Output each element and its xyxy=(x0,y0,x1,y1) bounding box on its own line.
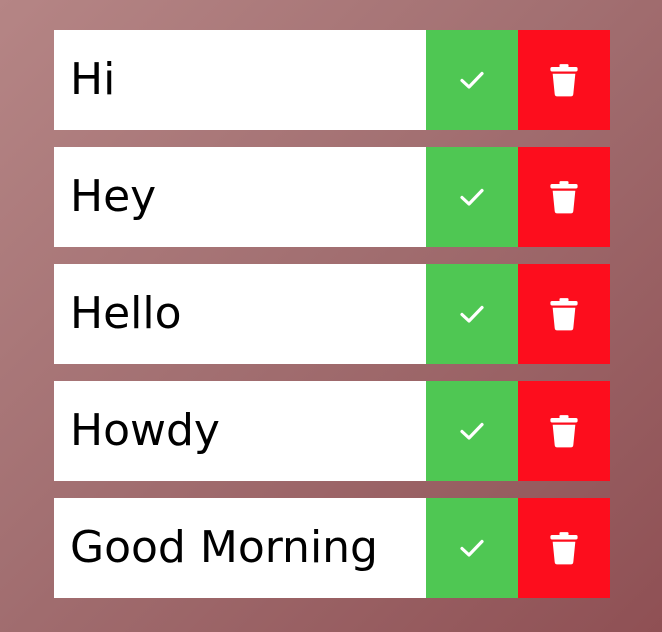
complete-button[interactable] xyxy=(426,147,518,247)
delete-button[interactable] xyxy=(518,381,610,481)
complete-button[interactable] xyxy=(426,381,518,481)
todo-text: Hello xyxy=(54,264,426,364)
todo-item: Howdy xyxy=(54,381,610,481)
todo-item: Hi xyxy=(54,30,610,130)
complete-button[interactable] xyxy=(426,30,518,130)
complete-button[interactable] xyxy=(426,264,518,364)
delete-button[interactable] xyxy=(518,30,610,130)
trash-icon xyxy=(550,415,578,448)
check-icon xyxy=(460,305,484,323)
todo-text: Howdy xyxy=(54,381,426,481)
complete-button[interactable] xyxy=(426,498,518,598)
todo-item: Good Morning xyxy=(54,498,610,598)
delete-button[interactable] xyxy=(518,498,610,598)
todo-text: Good Morning xyxy=(54,498,426,598)
check-icon xyxy=(460,71,484,89)
trash-icon xyxy=(550,64,578,97)
check-icon xyxy=(460,188,484,206)
todo-item: Hey xyxy=(54,147,610,247)
check-icon xyxy=(460,422,484,440)
todo-item: Hello xyxy=(54,264,610,364)
delete-button[interactable] xyxy=(518,264,610,364)
todo-list: Hi Hey Hello Howdy Good Morning xyxy=(54,30,610,615)
trash-icon xyxy=(550,298,578,331)
trash-icon xyxy=(550,181,578,214)
todo-text: Hey xyxy=(54,147,426,247)
delete-button[interactable] xyxy=(518,147,610,247)
todo-text: Hi xyxy=(54,30,426,130)
check-icon xyxy=(460,539,484,557)
trash-icon xyxy=(550,532,578,565)
